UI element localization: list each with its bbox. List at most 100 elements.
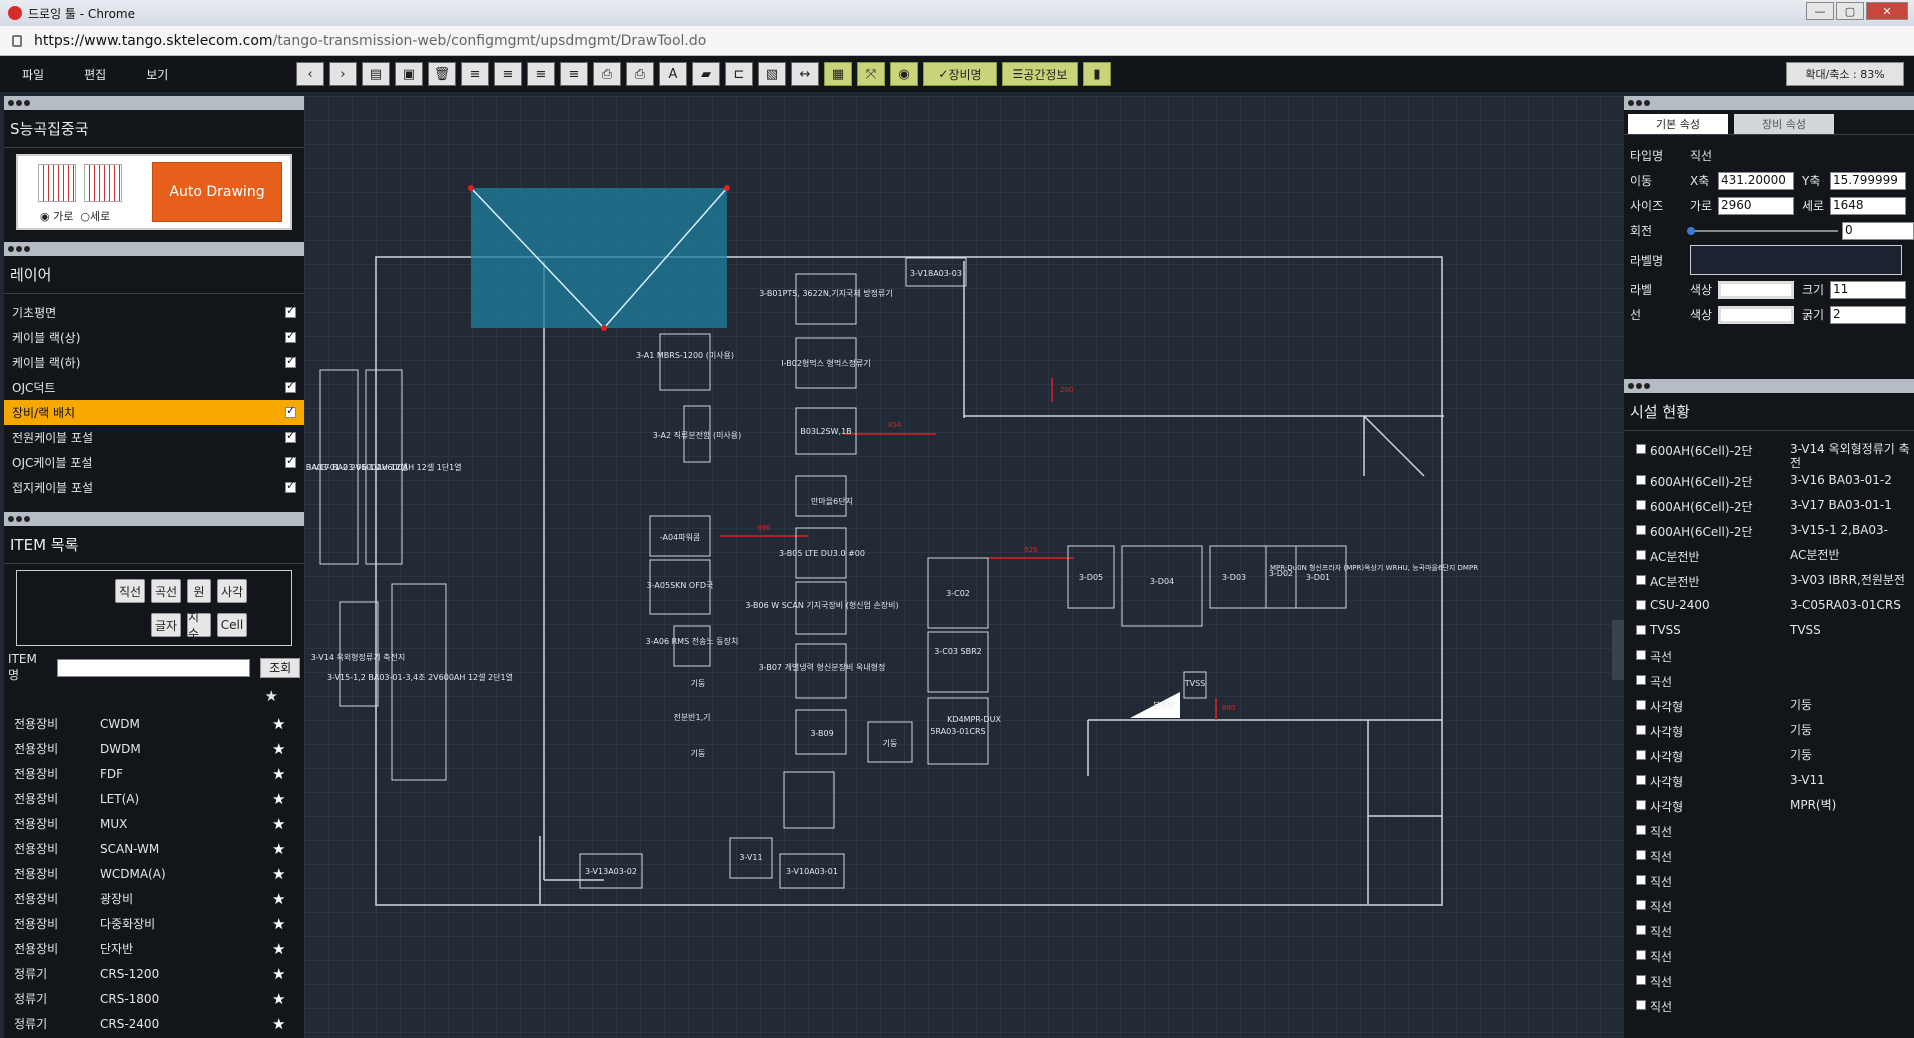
thickness-input[interactable]: 2 xyxy=(1830,305,1906,324)
align-right-icon[interactable]: ≡ xyxy=(494,62,522,86)
prev-icon[interactable]: ‹ xyxy=(296,62,324,86)
layer-checkbox[interactable] xyxy=(285,479,296,493)
facility-row[interactable]: 600AH(6Cell)-2단 3-V14 옥외형정류기 축전 xyxy=(1624,439,1914,470)
new-icon[interactable]: ▤ xyxy=(362,62,390,86)
delete-icon[interactable]: 🗑 xyxy=(428,62,456,86)
facility-checkbox[interactable] xyxy=(1636,800,1646,810)
facility-checkbox[interactable] xyxy=(1636,775,1646,785)
facility-checkbox[interactable] xyxy=(1636,850,1646,860)
item-row[interactable]: 전용장비 MUX ★ xyxy=(4,811,304,836)
facility-checkbox[interactable] xyxy=(1636,475,1646,485)
facility-row[interactable]: 직선 xyxy=(1624,995,1914,1020)
star-icon[interactable]: ★ xyxy=(272,790,285,808)
width-input[interactable]: 2960 xyxy=(1718,196,1794,215)
line-color-swatch[interactable] xyxy=(1718,305,1794,324)
star-icon[interactable]: ★ xyxy=(272,915,285,933)
facility-row[interactable]: 사각형 3-V11 xyxy=(1624,770,1914,795)
facility-checkbox[interactable] xyxy=(1636,750,1646,760)
item-row[interactable]: 전용장비 CWDM ★ xyxy=(4,711,304,736)
next-icon[interactable]: › xyxy=(329,62,357,86)
item-row[interactable]: 정류기 CRS-1800 ★ xyxy=(4,986,304,1011)
star-icon[interactable]: ★ xyxy=(272,990,285,1008)
facility-checkbox[interactable] xyxy=(1636,675,1646,685)
vertical-layout-icon[interactable] xyxy=(84,164,122,202)
star-icon[interactable]: ★ xyxy=(272,890,285,908)
equipment-rack[interactable] xyxy=(659,333,711,391)
layer-item[interactable]: 전원케이블 포설 xyxy=(4,425,304,450)
eye-icon[interactable]: ◉ xyxy=(890,62,918,86)
facility-checkbox[interactable] xyxy=(1636,925,1646,935)
layer-checkbox[interactable] xyxy=(285,354,296,368)
facility-row[interactable]: 사각형 MPR(벽) xyxy=(1624,795,1914,820)
text-tool-button[interactable]: 글자 xyxy=(151,613,181,637)
item-row[interactable]: 전용장비 SCAN-WM ★ xyxy=(4,836,304,861)
tab-basic-props[interactable]: 기본 속성 xyxy=(1628,114,1728,134)
align-justify-icon[interactable]: ≡ xyxy=(560,62,588,86)
font-size-input[interactable]: 11 xyxy=(1830,280,1906,299)
item-row[interactable]: 전용장비 단자반 ★ xyxy=(4,936,304,961)
tab-equip-props[interactable]: 장비 속성 xyxy=(1734,114,1834,134)
facility-row[interactable]: 600AH(6Cell)-2단 3-V17 BA03-01-1 xyxy=(1624,495,1914,520)
facility-checkbox[interactable] xyxy=(1636,1000,1646,1010)
facility-row[interactable]: 직선 xyxy=(1624,920,1914,945)
radio-vertical[interactable]: ○세로 xyxy=(80,210,110,223)
layer-item[interactable]: 기초평면 xyxy=(4,300,304,325)
star-icon[interactable]: ★ xyxy=(272,815,285,833)
handle-icon[interactable] xyxy=(601,325,607,331)
facility-checkbox[interactable] xyxy=(1636,600,1646,610)
item-row[interactable]: 전용장비 LET(A) ★ xyxy=(4,786,304,811)
x-input[interactable]: 431.20000 xyxy=(1718,171,1794,190)
panel-handle[interactable] xyxy=(4,512,304,526)
layout-icon[interactable]: ⊏ xyxy=(725,62,753,86)
item-row[interactable]: 전용장비 광장비 ★ xyxy=(4,886,304,911)
facility-checkbox[interactable] xyxy=(1636,500,1646,510)
facility-row[interactable]: 직선 xyxy=(1624,945,1914,970)
selection-rect[interactable] xyxy=(471,188,727,328)
facility-row[interactable]: 곡선 xyxy=(1624,645,1914,670)
layer-checkbox[interactable] xyxy=(285,404,296,418)
item-row[interactable]: 전용장비 FDF ★ xyxy=(4,761,304,786)
star-icon[interactable]: ★ xyxy=(272,940,285,958)
star-icon[interactable]: ★ xyxy=(272,965,285,983)
item-row[interactable]: 정류기 CRS-1200 ★ xyxy=(4,961,304,986)
export-icon[interactable]: ⎙ xyxy=(593,62,621,86)
layer-checkbox[interactable] xyxy=(285,329,296,343)
facility-checkbox[interactable] xyxy=(1636,975,1646,985)
layer-checkbox[interactable] xyxy=(285,304,296,318)
equipment-rack[interactable] xyxy=(673,625,711,667)
save-icon[interactable]: ▣ xyxy=(395,62,423,86)
fill-icon[interactable]: ▰ xyxy=(692,62,720,86)
item-name-input[interactable] xyxy=(57,658,251,677)
equip-name-button[interactable]: ✓ 장비명 xyxy=(923,62,997,86)
handle-icon[interactable] xyxy=(468,185,474,191)
cell-tool-button[interactable]: Cell xyxy=(217,613,247,637)
facility-checkbox[interactable] xyxy=(1636,825,1646,835)
layer-checkbox[interactable] xyxy=(285,379,296,393)
image-icon[interactable]: ▧ xyxy=(758,62,786,86)
handle-icon[interactable] xyxy=(724,185,730,191)
align-center-icon[interactable]: ≡ xyxy=(527,62,555,86)
right-splitter[interactable] xyxy=(1612,620,1624,680)
facility-checkbox[interactable] xyxy=(1636,575,1646,585)
labelname-input[interactable] xyxy=(1690,245,1902,275)
layer-item[interactable]: 케이블 랙(상) xyxy=(4,325,304,350)
layer-checkbox[interactable] xyxy=(285,454,296,468)
star-icon[interactable]: ★ xyxy=(272,715,285,733)
panel-handle[interactable] xyxy=(1624,379,1914,393)
facility-checkbox[interactable] xyxy=(1636,900,1646,910)
line-tool-button[interactable]: 직선 xyxy=(115,579,145,603)
zoom-control[interactable]: 확대/축소 : 83% xyxy=(1786,62,1904,86)
radio-horizontal[interactable]: ◉ 가로 xyxy=(40,210,73,223)
facility-row[interactable]: AC분전반 AC분전반 xyxy=(1624,545,1914,570)
facility-row[interactable]: CSU-2400 3-C05RA03-01CRS xyxy=(1624,595,1914,620)
menu-view[interactable]: 보기 xyxy=(146,66,168,83)
panel-handle[interactable] xyxy=(1624,96,1914,110)
facility-row[interactable]: 사각형 기둥 xyxy=(1624,695,1914,720)
item-row[interactable]: 전용장비 DWDM ★ xyxy=(4,736,304,761)
facility-checkbox[interactable] xyxy=(1636,444,1646,454)
print-icon[interactable]: ⎙ xyxy=(626,62,654,86)
facility-row[interactable]: 사각형 기둥 xyxy=(1624,720,1914,745)
y-input[interactable]: 15.799999 xyxy=(1830,171,1906,190)
rotate-input[interactable]: 0 xyxy=(1841,221,1914,240)
space-info-button[interactable]: ☰ 공간정보 xyxy=(1002,62,1078,86)
